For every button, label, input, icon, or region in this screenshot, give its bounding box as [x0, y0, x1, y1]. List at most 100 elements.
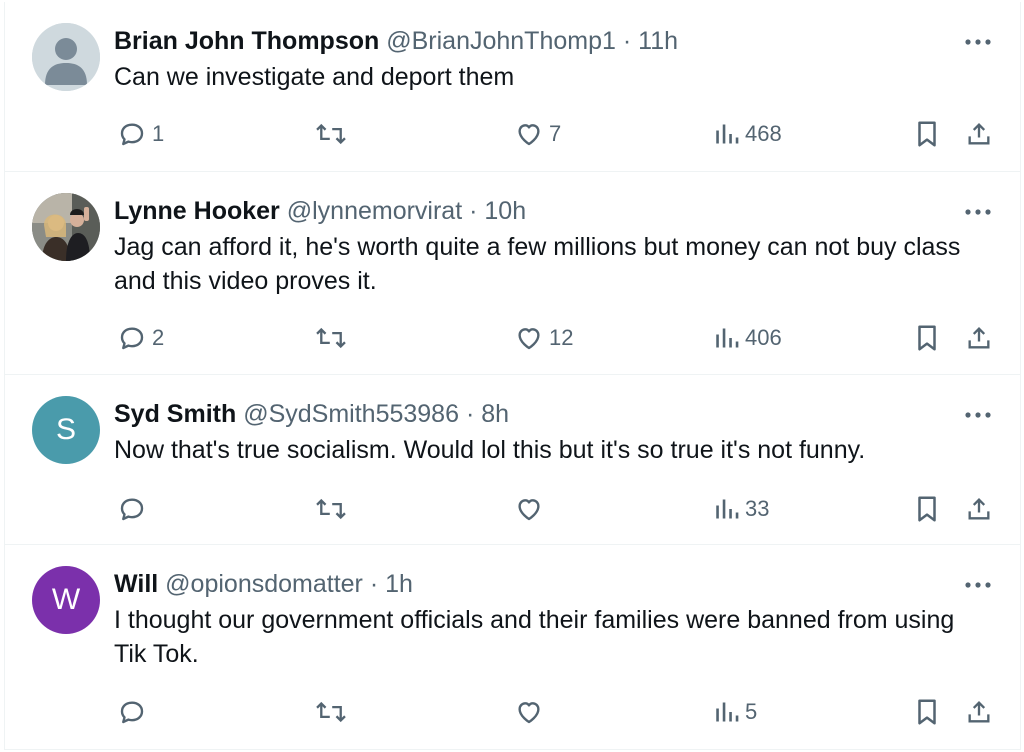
view-count: 5	[745, 699, 758, 724]
action-bar: 33	[114, 491, 994, 527]
bookmark-button[interactable]	[914, 694, 940, 730]
tweet-text: Can we investigate and deport them	[114, 63, 515, 91]
views-icon	[716, 328, 739, 348]
repost-icon	[316, 123, 346, 145]
views-icon	[716, 499, 739, 519]
display-name[interactable]: Will	[114, 570, 158, 598]
views-button[interactable]: 5	[714, 694, 757, 730]
separator-dot: ·	[622, 27, 632, 55]
display-name[interactable]: Brian John Thompson	[114, 27, 379, 55]
repost-button[interactable]	[314, 694, 353, 730]
tweet-header: Syd Smith @SydSmith553986 · 8h	[114, 397, 940, 431]
bookmark-button[interactable]	[914, 116, 940, 152]
avatar-letter: S	[55, 413, 76, 446]
bookmark-icon	[918, 121, 936, 147]
views-button[interactable]: 33	[714, 491, 769, 527]
bookmark-button[interactable]	[914, 491, 940, 527]
reply-icon	[120, 701, 144, 724]
user-handle[interactable]: @lynnemorvirat	[287, 197, 462, 225]
repost-button[interactable]	[314, 491, 353, 527]
reply-icon	[120, 498, 144, 521]
tweet-header: Lynne Hooker @lynnemorvirat · 10h	[114, 194, 940, 228]
repost-icon	[316, 498, 346, 520]
share-button[interactable]	[965, 320, 993, 356]
action-bar: 2 12 406	[114, 320, 994, 356]
reply-icon	[120, 327, 144, 350]
timestamp[interactable]: 8h	[481, 400, 509, 428]
like-button[interactable]	[514, 694, 549, 730]
reply-icon	[120, 123, 144, 146]
avatar[interactable]: W	[32, 566, 100, 634]
timestamp[interactable]: 11h	[638, 27, 678, 55]
like-count: 12	[549, 325, 574, 350]
share-button[interactable]	[965, 491, 993, 527]
timestamp[interactable]: 1h	[385, 570, 413, 598]
default-avatar-icon	[32, 23, 100, 91]
tweet-header: Will @opionsdomatter · 1h	[114, 567, 940, 601]
bookmark-icon	[918, 496, 936, 522]
reply-tweet[interactable]: S Syd Smith @SydSmith553986 · 8h Now tha…	[5, 375, 1020, 545]
more-icon	[965, 209, 991, 215]
reply-tweet[interactable]: W Will @opionsdomatter · 1h I thought ou…	[5, 545, 1020, 750]
like-icon	[518, 124, 540, 146]
views-icon	[716, 124, 739, 144]
like-count: 7	[549, 121, 562, 146]
separator-dot: ·	[465, 400, 475, 428]
like-button[interactable]: 7	[514, 116, 561, 152]
like-icon	[518, 499, 540, 521]
user-handle[interactable]: @opionsdomatter	[165, 570, 363, 598]
bookmark-button[interactable]	[914, 320, 940, 356]
avatar-letter: W	[51, 583, 81, 616]
display-name[interactable]: Lynne Hooker	[114, 197, 280, 225]
repost-button[interactable]	[314, 116, 353, 152]
share-icon	[968, 701, 990, 723]
reply-button[interactable]	[117, 491, 152, 527]
views-icon	[716, 702, 739, 722]
avatar[interactable]: S	[32, 396, 100, 464]
more-button[interactable]	[963, 571, 993, 599]
share-button[interactable]	[965, 694, 993, 730]
like-button[interactable]: 12	[514, 320, 573, 356]
repost-icon	[316, 327, 346, 349]
view-count: 468	[745, 121, 782, 146]
more-icon	[965, 582, 991, 588]
views-button[interactable]: 406	[714, 320, 782, 356]
share-icon	[968, 327, 990, 349]
tweet-text: Jag can afford it, he's worth quite a fe…	[114, 233, 961, 295]
share-button[interactable]	[965, 116, 993, 152]
avatar[interactable]	[32, 193, 100, 261]
reply-button[interactable]: 1	[117, 116, 164, 152]
avatar[interactable]	[32, 23, 100, 91]
bookmark-icon	[918, 699, 936, 725]
like-button[interactable]	[514, 491, 549, 527]
timestamp[interactable]: 10h	[484, 197, 526, 225]
separator-dot: ·	[369, 570, 379, 598]
user-handle[interactable]: @SydSmith553986	[243, 400, 459, 428]
more-icon	[965, 412, 991, 418]
replies-timeline: Brian John Thompson @BrianJohnThomp1 · 1…	[4, 2, 1021, 750]
view-count: 406	[745, 325, 782, 350]
reply-tweet[interactable]: Lynne Hooker @lynnemorvirat · 10h Jag ca…	[5, 172, 1020, 375]
more-button[interactable]	[963, 401, 993, 429]
share-icon	[968, 123, 990, 145]
profile-photo-icon	[32, 193, 100, 261]
tweet-text: I thought our government officials and t…	[114, 606, 955, 668]
user-handle[interactable]: @BrianJohnThomp1	[386, 27, 616, 55]
views-button[interactable]: 468	[714, 116, 782, 152]
repost-button[interactable]	[314, 320, 353, 356]
reply-button[interactable]: 2	[117, 320, 164, 356]
more-button[interactable]	[963, 28, 993, 56]
share-icon	[968, 498, 990, 520]
like-icon	[518, 328, 540, 350]
more-button[interactable]	[963, 198, 993, 226]
repost-icon	[316, 701, 346, 723]
reply-tweet[interactable]: Brian John Thompson @BrianJohnThomp1 · 1…	[5, 2, 1020, 172]
tweet-header: Brian John Thompson @BrianJohnThomp1 · 1…	[114, 24, 940, 58]
reply-button[interactable]	[117, 694, 152, 730]
action-bar: 5	[114, 694, 994, 730]
tweet-text: Now that's true socialism. Would lol thi…	[114, 436, 866, 464]
display-name[interactable]: Syd Smith	[114, 400, 236, 428]
more-icon	[965, 39, 991, 45]
action-bar: 1 7 468	[114, 116, 994, 152]
reply-count: 1	[152, 121, 165, 146]
